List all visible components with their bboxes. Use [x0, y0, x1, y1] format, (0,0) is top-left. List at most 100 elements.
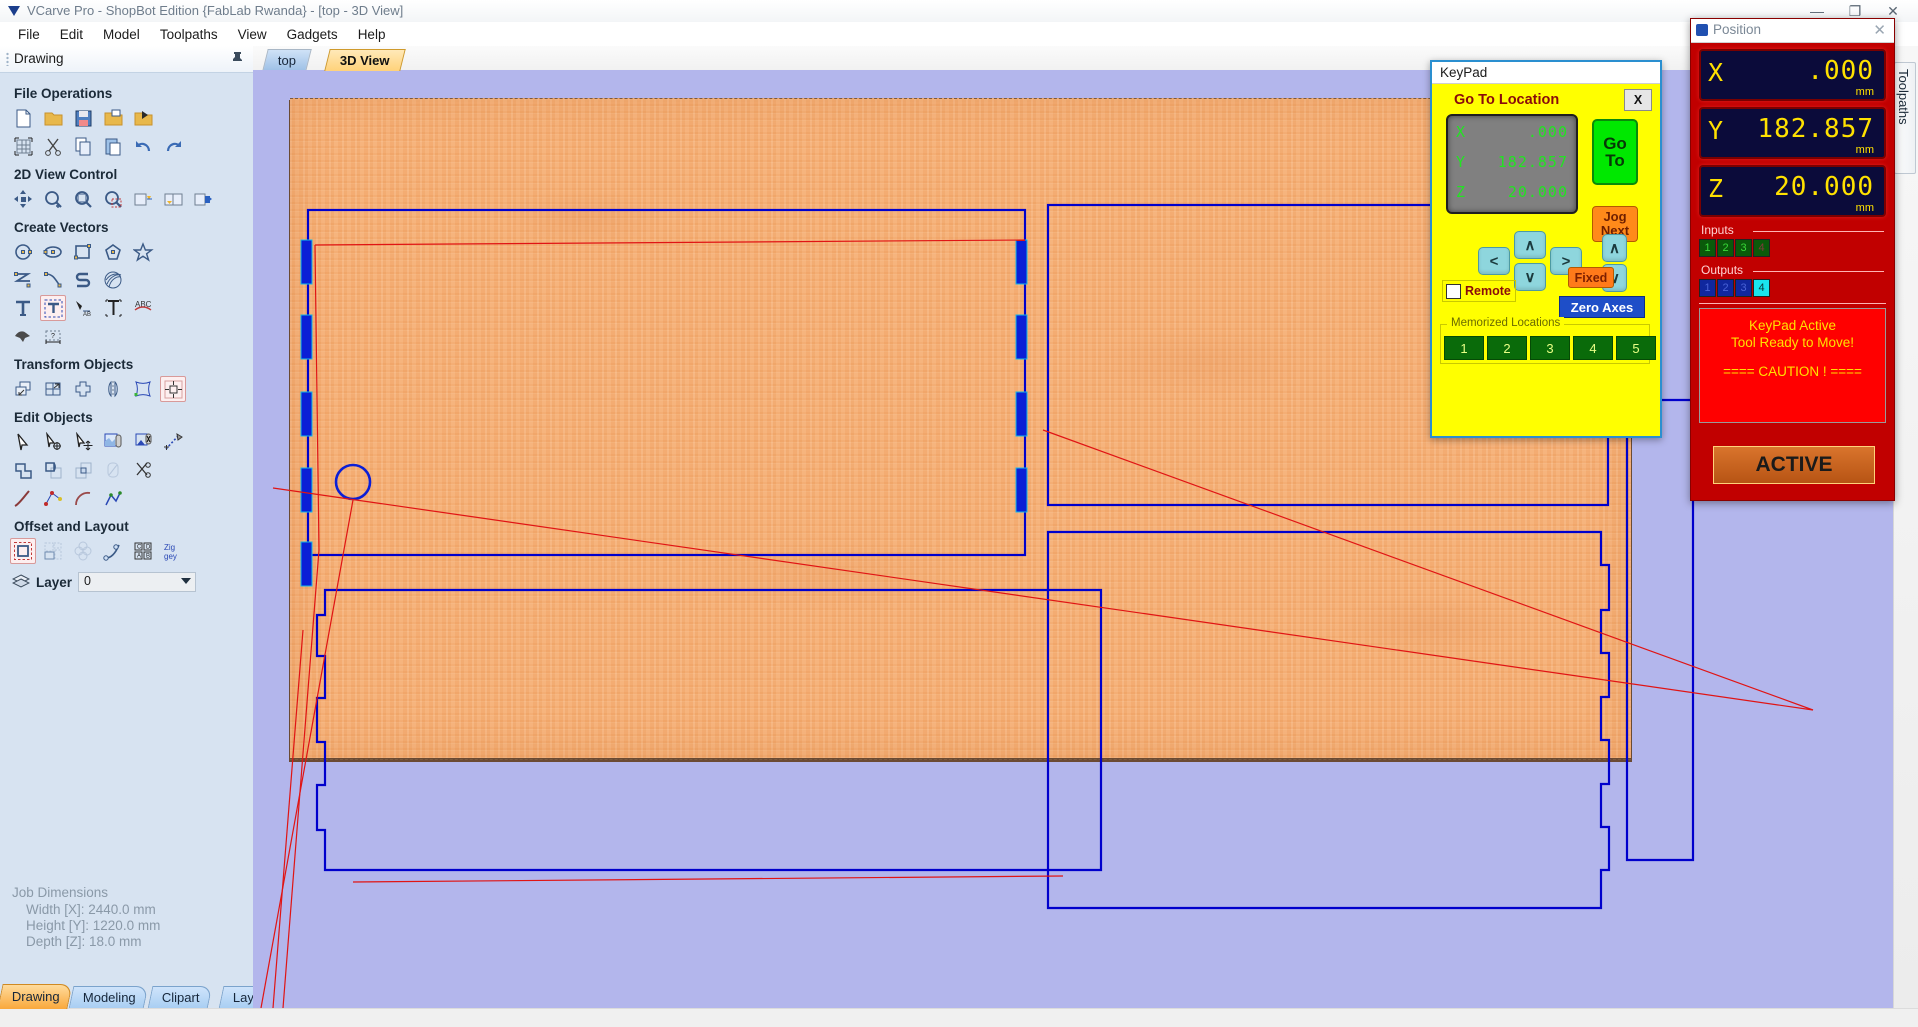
- memorized-location-button-3[interactable]: 3: [1530, 336, 1570, 360]
- curve-icon[interactable]: [40, 267, 66, 293]
- weld-icon[interactable]: [10, 457, 36, 483]
- tab-3d-view-label: 3D View: [339, 53, 390, 68]
- keypad-close-button[interactable]: X: [1624, 89, 1652, 111]
- status-bar: [0, 1008, 1918, 1027]
- polyline-icon[interactable]: [10, 267, 36, 293]
- menu-item-gadgets[interactable]: Gadgets: [277, 24, 348, 45]
- ellipse-icon[interactable]: [40, 239, 66, 265]
- array-copy-icon[interactable]: [70, 538, 96, 564]
- subtract-icon[interactable]: [40, 457, 66, 483]
- remote-checkbox-row[interactable]: Remote: [1442, 280, 1516, 302]
- zoom-selected-icon[interactable]: [130, 186, 156, 212]
- block-copy-icon[interactable]: CDAB: [130, 538, 156, 564]
- group-icon[interactable]: [100, 429, 126, 455]
- redo-icon[interactable]: [160, 133, 186, 159]
- jog-left-button[interactable]: <: [1478, 247, 1510, 275]
- dock-grip-icon[interactable]: [6, 52, 9, 66]
- menu-item-help[interactable]: Help: [348, 24, 396, 45]
- move-icon[interactable]: [10, 376, 36, 402]
- drawing-dock-panel: Drawing File Operations 2D View Control Cr…: [0, 46, 285, 1009]
- zigzag-icon[interactable]: Zig gey: [160, 538, 186, 564]
- open-3d-icon[interactable]: [190, 186, 216, 212]
- save-icon[interactable]: [70, 105, 96, 131]
- distort-icon[interactable]: [130, 376, 156, 402]
- intersect-icon[interactable]: [70, 457, 96, 483]
- spiral-icon[interactable]: [70, 267, 96, 293]
- memorized-location-button-5[interactable]: 5: [1616, 336, 1656, 360]
- menu-item-model[interactable]: Model: [93, 24, 150, 45]
- copy-icon[interactable]: [70, 133, 96, 159]
- active-button[interactable]: ACTIVE: [1713, 446, 1875, 484]
- toggle-2d3d-icon[interactable]: [160, 186, 186, 212]
- fillet-icon[interactable]: [100, 457, 126, 483]
- auto-layout-text-icon[interactable]: [100, 295, 126, 321]
- edit-text-icon[interactable]: [40, 295, 66, 321]
- pan-icon[interactable]: [10, 186, 36, 212]
- zoom-extents-icon[interactable]: [70, 186, 96, 212]
- toolpaths-side-tab[interactable]: Toolpaths: [1894, 62, 1916, 174]
- trim-icon[interactable]: [130, 457, 156, 483]
- open-recent-icon[interactable]: [100, 105, 126, 131]
- job-setup-icon[interactable]: [10, 133, 36, 159]
- nest-icon[interactable]: [40, 538, 66, 564]
- arc-icon[interactable]: [70, 485, 96, 511]
- jog-down-button[interactable]: ∨: [1514, 263, 1546, 291]
- dock-tab-modeling[interactable]: Modeling: [68, 986, 149, 1009]
- memorized-location-button-2[interactable]: 2: [1487, 336, 1527, 360]
- curve-fit-icon[interactable]: [10, 485, 36, 511]
- icon-row: [0, 132, 253, 160]
- text-arc-icon[interactable]: ABC: [130, 295, 156, 321]
- polygon-node-icon[interactable]: [100, 485, 126, 511]
- dock-tab-drawing[interactable]: Drawing: [0, 984, 73, 1009]
- scale-icon[interactable]: [40, 376, 66, 402]
- menu-item-file[interactable]: File: [8, 24, 50, 45]
- pin-icon[interactable]: [232, 51, 243, 63]
- jog-up-button[interactable]: ∧: [1514, 231, 1546, 259]
- star-icon[interactable]: [130, 239, 156, 265]
- rectangle-icon[interactable]: [70, 239, 96, 265]
- go-to-button[interactable]: Go To: [1592, 119, 1638, 185]
- mirror-icon[interactable]: [100, 376, 126, 402]
- tab-3d-view[interactable]: 3D View: [324, 49, 406, 71]
- text-on-curve-icon[interactable]: AB: [70, 295, 96, 321]
- open-folder-icon[interactable]: [40, 105, 66, 131]
- position-close-icon[interactable]: ✕: [1873, 21, 1886, 39]
- zero-axes-button[interactable]: Zero Axes: [1559, 296, 1645, 318]
- svg-text:AB: AB: [83, 312, 91, 318]
- node-edit-icon[interactable]: [40, 429, 66, 455]
- polygon-icon[interactable]: [100, 239, 126, 265]
- copy-along-curve-icon[interactable]: [100, 538, 126, 564]
- align-icon[interactable]: [160, 376, 186, 402]
- zoom-in-icon[interactable]: [40, 186, 66, 212]
- select-icon[interactable]: [10, 429, 36, 455]
- dock-tab-clipart[interactable]: Clipart: [147, 986, 213, 1009]
- undo-icon[interactable]: [130, 133, 156, 159]
- memorized-location-button-1[interactable]: 1: [1444, 336, 1484, 360]
- paste-icon[interactable]: [100, 133, 126, 159]
- fixed-button[interactable]: Fixed: [1568, 267, 1614, 288]
- create-text-icon[interactable]: [10, 295, 36, 321]
- dimension-icon[interactable]: ?: [40, 323, 66, 349]
- rotate-icon[interactable]: [70, 376, 96, 402]
- ungroup-icon[interactable]: [130, 429, 156, 455]
- zoom-box-icon[interactable]: [100, 186, 126, 212]
- tab-top[interactable]: top: [262, 49, 312, 71]
- menu-item-view[interactable]: View: [228, 24, 277, 45]
- measure-icon[interactable]: [160, 429, 186, 455]
- import-vectors-icon[interactable]: [130, 105, 156, 131]
- circle-icon[interactable]: [10, 239, 36, 265]
- jog-z-up-button[interactable]: ∧: [1602, 234, 1627, 262]
- remote-checkbox[interactable]: [1446, 283, 1461, 299]
- texture-icon[interactable]: [100, 267, 126, 293]
- cut-icon[interactable]: [40, 133, 66, 159]
- layer-select[interactable]: 0: [78, 572, 197, 592]
- nodes-icon[interactable]: [40, 485, 66, 511]
- keypad-lcd-row-x: X .000: [1448, 120, 1576, 146]
- new-file-icon[interactable]: [10, 105, 36, 131]
- menu-item-edit[interactable]: Edit: [50, 24, 93, 45]
- move-node-icon[interactable]: [70, 429, 96, 455]
- trace-bitmap-icon[interactable]: [10, 323, 36, 349]
- memorized-location-button-4[interactable]: 4: [1573, 336, 1613, 360]
- offset-icon[interactable]: [10, 538, 36, 564]
- menu-item-toolpaths[interactable]: Toolpaths: [150, 24, 228, 45]
